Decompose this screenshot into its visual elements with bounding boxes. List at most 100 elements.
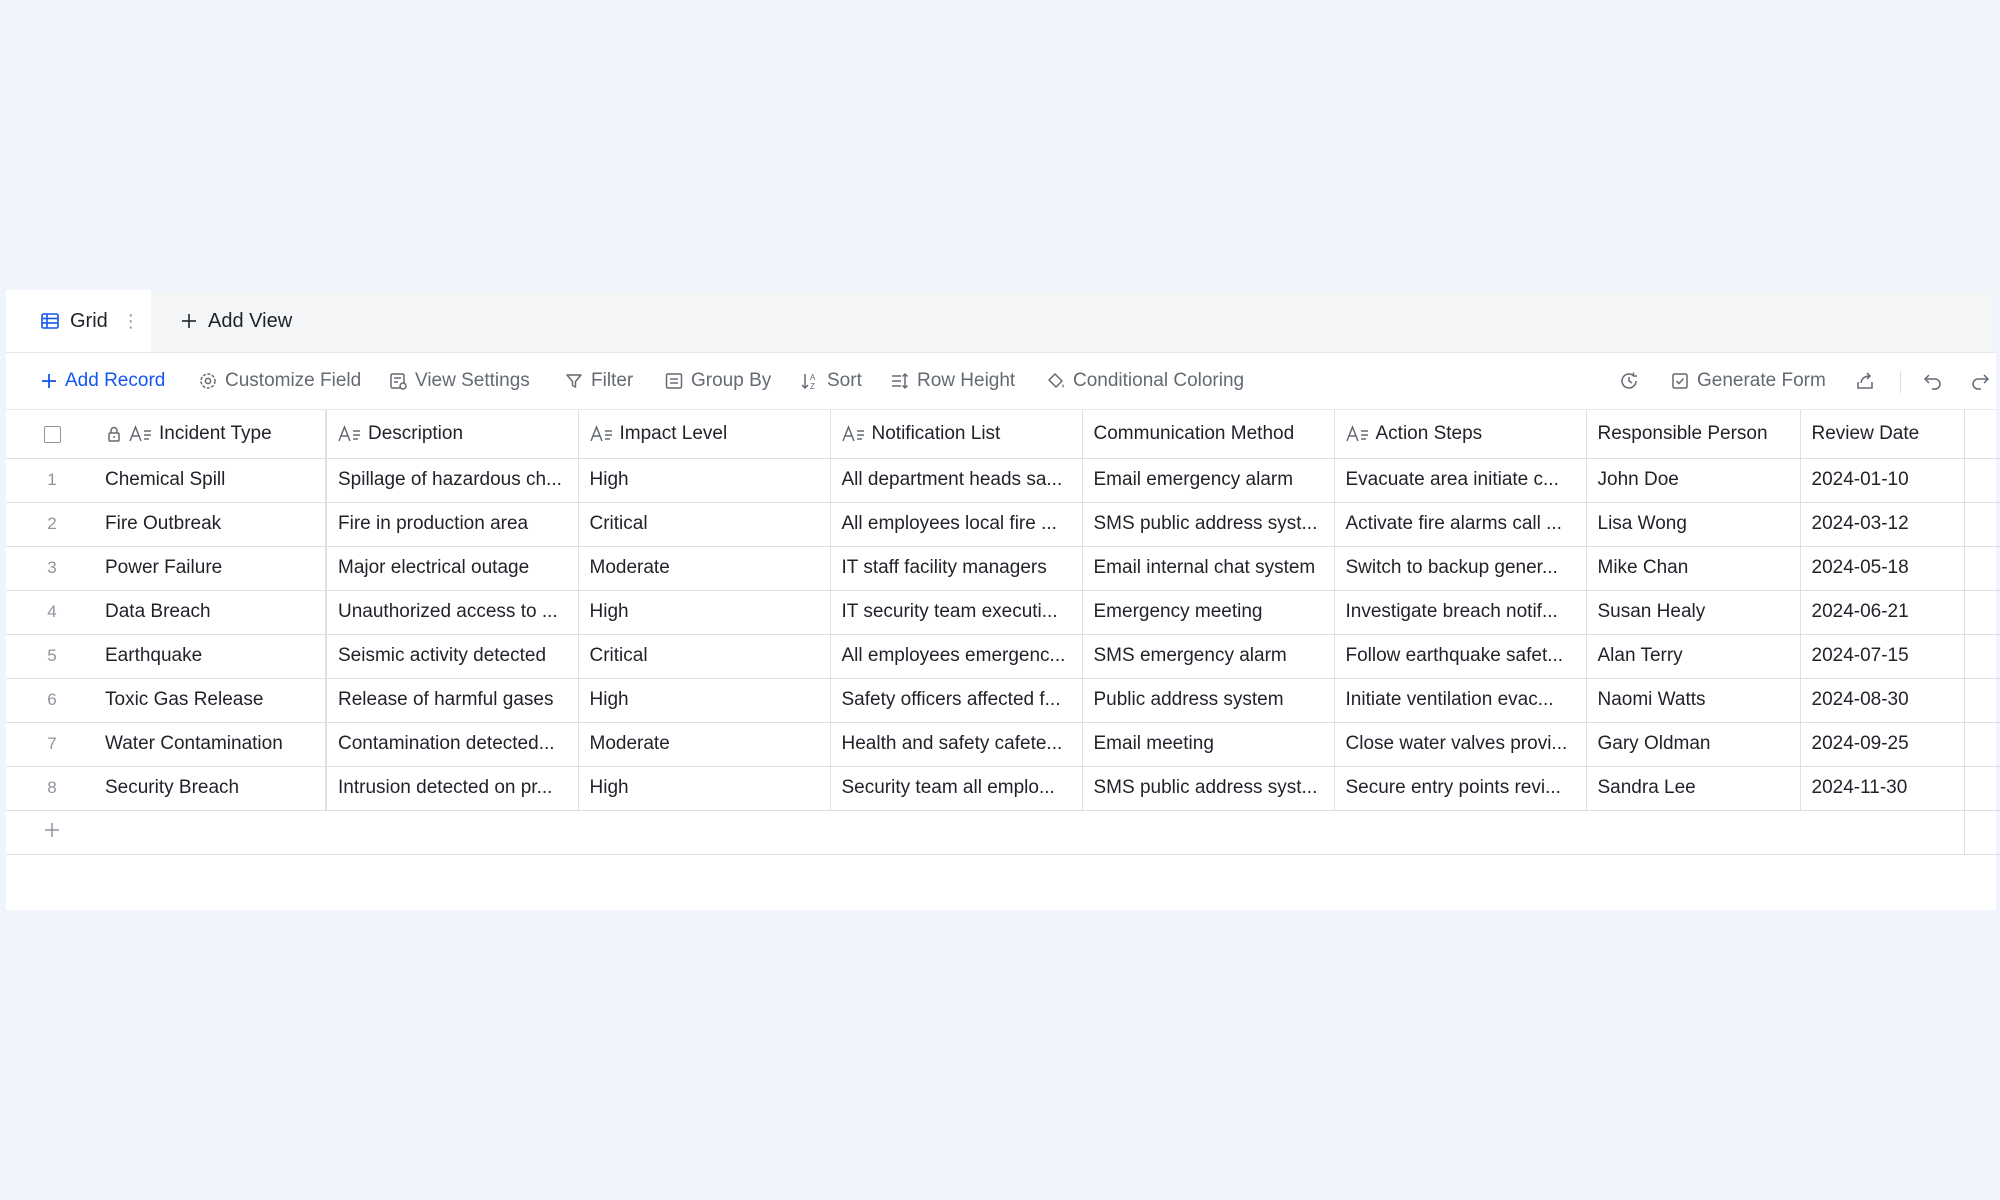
cell-notification-list[interactable]: All employees emergenc... [830,634,1083,679]
cell-review-date[interactable]: 2024-06-21 [1800,590,1965,635]
cell-incident-type[interactable]: Water Contamination [98,722,327,767]
cell-impact-level[interactable]: Critical [578,502,831,547]
cell-incident-type[interactable]: Fire Outbreak [98,502,327,547]
cell-incident-type[interactable]: Power Failure [98,546,327,591]
cell-communication-method[interactable]: SMS public address syst... [1082,766,1335,811]
more-vertical-icon[interactable]: ⋮ [122,311,140,332]
cell-incident-type[interactable]: Toxic Gas Release [98,678,327,723]
share-button[interactable] [1854,353,1883,409]
cell-responsible-person[interactable]: Mike Chan [1586,546,1801,591]
cell-description[interactable]: Contamination detected... [326,722,579,767]
row-number[interactable]: 3 [6,546,98,591]
table-row[interactable]: 3 Power Failure Major electrical outage Mod… [6,546,2000,591]
row-number[interactable]: 5 [6,634,98,679]
table-row[interactable]: 4 Data Breach Unauthorized access to ... Hi… [6,590,2000,635]
cell-notification-list[interactable]: Safety officers affected f... [830,678,1083,723]
column-header-impact-level[interactable]: Impact Level [578,410,831,459]
table-row[interactable]: 7 Water Contamination Contamination detect… [6,722,2000,767]
sort-button[interactable]: A Z Sort [800,353,862,409]
add-row-button[interactable] [6,810,98,855]
cell-notification-list[interactable]: All employees local fire ... [830,502,1083,547]
cell-communication-method[interactable]: SMS public address syst... [1082,502,1335,547]
cell-responsible-person[interactable]: Gary Oldman [1586,722,1801,767]
cell-incident-type[interactable]: Data Breach [98,590,327,635]
cell-review-date[interactable]: 2024-07-15 [1800,634,1965,679]
cell-description[interactable]: Major electrical outage [326,546,579,591]
cell-action-steps[interactable]: Close water valves provi... [1334,722,1587,767]
cell-review-date[interactable]: 2024-08-30 [1800,678,1965,723]
cell-impact-level[interactable]: High [578,766,831,811]
customize-field-button[interactable]: Customize Field [198,353,361,409]
cell-responsible-person[interactable]: Naomi Watts [1586,678,1801,723]
cell-review-date[interactable]: 2024-05-18 [1800,546,1965,591]
row-number[interactable]: 4 [6,590,98,635]
cell-description[interactable]: Unauthorized access to ... [326,590,579,635]
add-view-button[interactable]: Add View [176,290,292,352]
cell-description[interactable]: Intrusion detected on pr... [326,766,579,811]
redo-button[interactable] [1969,353,1998,409]
column-header-incident-type[interactable]: Incident Type [98,410,327,459]
cell-description[interactable]: Seismic activity detected [326,634,579,679]
cell-action-steps[interactable]: Investigate breach notif... [1334,590,1587,635]
cell-incident-type[interactable]: Earthquake [98,634,327,679]
cell-description[interactable]: Fire in production area [326,502,579,547]
cell-impact-level[interactable]: Critical [578,634,831,679]
view-settings-button[interactable]: View Settings [388,353,530,409]
cell-action-steps[interactable]: Activate fire alarms call ... [1334,502,1587,547]
conditional-coloring-button[interactable]: Conditional Coloring [1046,353,1244,409]
table-row[interactable]: 2 Fire Outbreak Fire in production area Cri… [6,502,2000,547]
column-header-description[interactable]: Description [326,410,579,459]
cell-description[interactable]: Spillage of hazardous ch... [326,458,579,503]
cell-communication-method[interactable]: Email internal chat system [1082,546,1335,591]
table-row[interactable]: 6 Toxic Gas Release Release of harmful gas… [6,678,2000,723]
generate-form-button[interactable]: Generate Form [1670,353,1826,409]
cell-impact-level[interactable]: Moderate [578,546,831,591]
history-button[interactable] [1618,353,1647,409]
column-header-notification-list[interactable]: Notification List [830,410,1083,459]
row-number[interactable]: 8 [6,766,98,811]
column-header-review-date[interactable]: Review Date [1800,410,1965,459]
add-record-button[interactable]: Add Record [40,353,165,409]
row-number[interactable]: 6 [6,678,98,723]
cell-action-steps[interactable]: Initiate ventilation evac... [1334,678,1587,723]
row-number[interactable]: 7 [6,722,98,767]
row-height-button[interactable]: Row Height [890,353,1015,409]
cell-review-date[interactable]: 2024-03-12 [1800,502,1965,547]
table-row[interactable]: 1 Chemical Spill Spillage of hazardous ch.… [6,458,2000,503]
cell-impact-level[interactable]: Moderate [578,722,831,767]
row-number[interactable]: 2 [6,502,98,547]
cell-notification-list[interactable]: Health and safety cafete... [830,722,1083,767]
cell-action-steps[interactable]: Evacuate area initiate c... [1334,458,1587,503]
cell-action-steps[interactable]: Secure entry points revi... [1334,766,1587,811]
column-header-communication-method[interactable]: Communication Method [1082,410,1335,459]
cell-incident-type[interactable]: Security Breach [98,766,327,811]
cell-communication-method[interactable]: Email meeting [1082,722,1335,767]
cell-incident-type[interactable]: Chemical Spill [98,458,327,503]
cell-action-steps[interactable]: Follow earthquake safet... [1334,634,1587,679]
cell-notification-list[interactable]: All department heads sa... [830,458,1083,503]
cell-impact-level[interactable]: High [578,590,831,635]
cell-responsible-person[interactable]: Susan Healy [1586,590,1801,635]
cell-communication-method[interactable]: Emergency meeting [1082,590,1335,635]
cell-responsible-person[interactable]: Sandra Lee [1586,766,1801,811]
tab-grid[interactable]: Grid ⋮ [6,290,151,352]
cell-review-date[interactable]: 2024-01-10 [1800,458,1965,503]
table-row[interactable]: 5 Earthquake Seismic activity detected Crit… [6,634,2000,679]
column-header-responsible-person[interactable]: Responsible Person [1586,410,1801,459]
cell-impact-level[interactable]: High [578,678,831,723]
filter-button[interactable]: Filter [564,353,633,409]
undo-button[interactable] [1922,353,1951,409]
cell-action-steps[interactable]: Switch to backup gener... [1334,546,1587,591]
cell-notification-list[interactable]: IT security team executi... [830,590,1083,635]
cell-notification-list[interactable]: IT staff facility managers [830,546,1083,591]
table-row[interactable]: 8 Security Breach Intrusion detected on pr… [6,766,2000,811]
cell-responsible-person[interactable]: John Doe [1586,458,1801,503]
cell-communication-method[interactable]: Email emergency alarm [1082,458,1335,503]
cell-communication-method[interactable]: Public address system [1082,678,1335,723]
cell-responsible-person[interactable]: Alan Terry [1586,634,1801,679]
cell-impact-level[interactable]: High [578,458,831,503]
cell-review-date[interactable]: 2024-11-30 [1800,766,1965,811]
group-by-button[interactable]: Group By [664,353,771,409]
select-all-checkbox[interactable] [6,410,98,459]
add-row[interactable] [6,810,2000,855]
